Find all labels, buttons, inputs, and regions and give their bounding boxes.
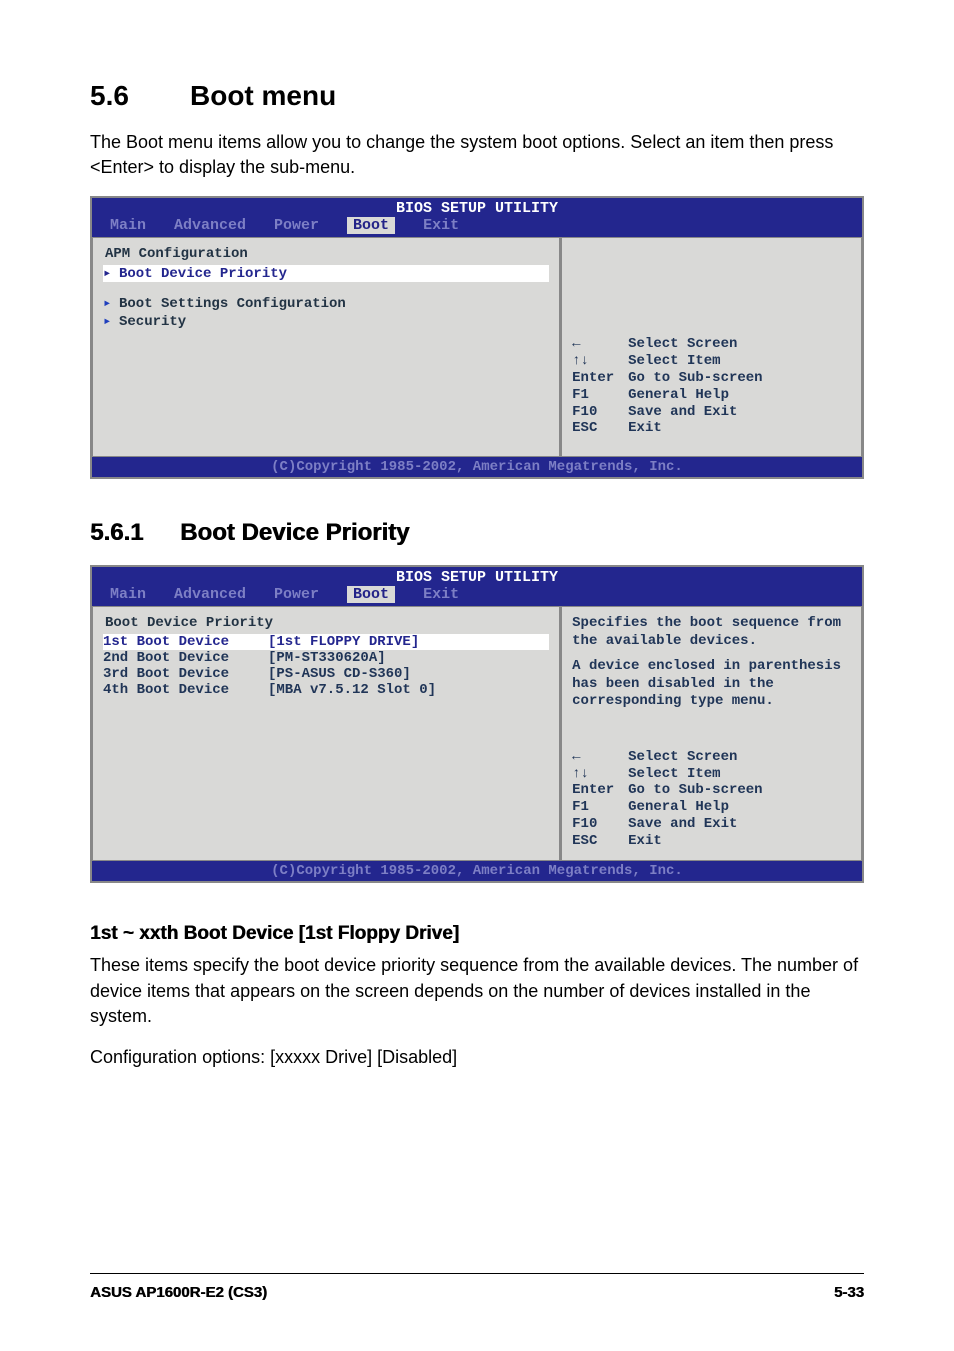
legend-row: ↑↓Select Item [572,353,851,370]
field-label: 1st Boot Device [103,634,268,650]
bios-title: BIOS SETUP UTILITY [92,567,862,586]
tab-main[interactable]: Main [110,586,146,603]
legend-row: EnterGo to Sub-screen [572,370,851,387]
field-label: 2nd Boot Device [103,650,268,666]
panel-heading: Boot Device Priority [103,615,549,631]
field-value: [1st FLOPPY DRIVE] [268,634,419,650]
submenu-arrow-icon: ▸ [103,265,119,282]
menu-label: Security [119,314,186,330]
field-label: 4th Boot Device [103,682,268,698]
section-heading: 5.6Boot menu [90,80,864,112]
field-value: [PS-ASUS CD-S360] [268,666,411,682]
field-label: 3rd Boot Device [103,666,268,682]
legend-text: Select Item [628,766,720,783]
legend-row: ←Select Screen [572,336,851,353]
item-description: These items specify the boot device prio… [90,953,864,1029]
bios-title: BIOS SETUP UTILITY [92,198,862,217]
boot-device-3[interactable]: 3rd Boot Device [PS-ASUS CD-S360] [103,666,549,682]
legend-text: Select Screen [628,336,737,353]
help-text: A device enclosed in parenthesis has bee… [572,658,851,711]
boot-device-4[interactable]: 4th Boot Device [MBA v7.5.12 Slot 0] [103,682,549,698]
page-footer: ASUS AP1600R-E2 (CS3) 5-33 [90,1273,864,1301]
tab-advanced[interactable]: Advanced [174,217,246,234]
legend-row: F10Save and Exit [572,816,851,833]
legend-row: F1General Help [572,799,851,816]
legend-key: ESC [572,420,628,437]
bios-screenshot-boot-device-priority: BIOS SETUP UTILITY Main Advanced Power B… [90,565,864,883]
legend-text: Exit [628,420,662,437]
submenu-arrow-icon: ▸ [103,295,119,312]
legend-text: Go to Sub-screen [628,782,762,799]
tab-power[interactable]: Power [274,217,319,234]
tab-exit[interactable]: Exit [423,217,459,234]
section-title: Boot menu [190,80,336,111]
legend-text: Select Screen [628,749,737,766]
menu-item-boot-device-priority[interactable]: ▸ Boot Device Priority [103,265,549,282]
legend-key: Enter [572,782,628,799]
tab-exit[interactable]: Exit [423,586,459,603]
menu-label: Boot Settings Configuration [119,296,346,312]
submenu-arrow-icon: ▸ [103,313,119,330]
tab-power[interactable]: Power [274,586,319,603]
legend-text: Save and Exit [628,816,737,833]
legend-key: F10 [572,404,628,421]
legend-row: F10Save and Exit [572,404,851,421]
arrow-left-icon: ← [572,336,628,353]
legend-key: F10 [572,816,628,833]
tab-main[interactable]: Main [110,217,146,234]
legend-text: General Help [628,799,729,816]
bios-tabs: Main Advanced Power Boot Exit [92,586,862,606]
menu-item-apm[interactable]: APM Configuration [103,246,549,262]
tab-boot[interactable]: Boot [347,217,395,234]
arrow-left-icon: ← [572,749,628,766]
legend-row: ↑↓Select Item [572,766,851,783]
menu-item-boot-settings-config[interactable]: ▸ Boot Settings Configuration [103,295,549,312]
item-heading: 1st ~ xxth Boot Device [1st Floppy Drive… [90,923,864,945]
legend-text: General Help [628,387,729,404]
arrow-updown-icon: ↑↓ [572,353,628,370]
legend-key: F1 [572,799,628,816]
section-intro: The Boot menu items allow you to change … [90,130,864,180]
section-number: 5.6 [90,80,190,112]
legend-row: F1General Help [572,387,851,404]
subsection-number: 5.6.1 [90,519,180,547]
legend-key: ESC [572,833,628,850]
arrow-updown-icon: ↑↓ [572,766,628,783]
footer-page-number: 5-33 [834,1284,864,1301]
tab-boot[interactable]: Boot [347,586,395,603]
legend-key: Enter [572,370,628,387]
bios-left-panel: Boot Device Priority 1st Boot Device [1s… [92,606,561,861]
bios-tabs: Main Advanced Power Boot Exit [92,217,862,237]
legend-row: ←Select Screen [572,749,851,766]
menu-item-security[interactable]: ▸ Security [103,313,549,330]
bios-left-panel: APM Configuration ▸ Boot Device Priority… [92,237,561,457]
legend-row: EnterGo to Sub-screen [572,782,851,799]
bios-copyright: (C)Copyright 1985-2002, American Megatre… [92,457,862,477]
legend-key: F1 [572,387,628,404]
bios-right-panel: Specifies the boot sequence from the ava… [561,606,862,861]
subsection-title: Boot Device Priority [180,519,409,546]
boot-device-2[interactable]: 2nd Boot Device [PM-ST330620A] [103,650,549,666]
help-text: Specifies the boot sequence from the ava… [572,615,851,650]
item-options: Configuration options: [xxxxx Drive] [Di… [90,1045,864,1070]
legend-text: Save and Exit [628,404,737,421]
bios-right-panel: ←Select Screen ↑↓Select Item EnterGo to … [561,237,862,457]
boot-device-1[interactable]: 1st Boot Device [1st FLOPPY DRIVE] [103,634,549,650]
legend-row: ESCExit [572,833,851,850]
legend-text: Go to Sub-screen [628,370,762,387]
legend-text: Select Item [628,353,720,370]
field-value: [MBA v7.5.12 Slot 0] [268,682,436,698]
subsection-heading: 5.6.1Boot Device Priority [90,519,864,547]
tab-advanced[interactable]: Advanced [174,586,246,603]
legend-text: Exit [628,833,662,850]
menu-label: Boot Device Priority [119,266,287,282]
field-value: [PM-ST330620A] [268,650,386,666]
bios-copyright: (C)Copyright 1985-2002, American Megatre… [92,861,862,881]
bios-screenshot-boot-menu: BIOS SETUP UTILITY Main Advanced Power B… [90,196,864,479]
footer-product: ASUS AP1600R-E2 (CS3) [90,1284,267,1301]
legend-row: ESCExit [572,420,851,437]
